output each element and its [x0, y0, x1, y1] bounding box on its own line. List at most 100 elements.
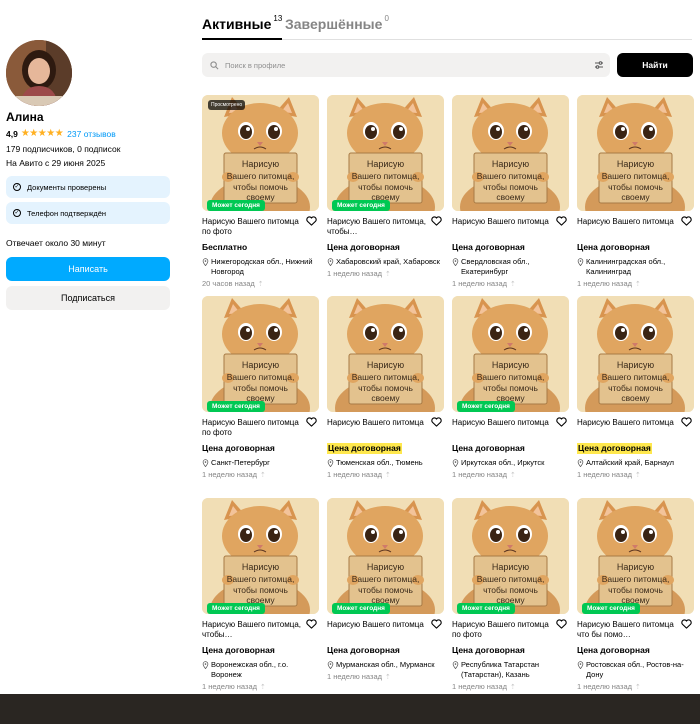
listing-image[interactable]: Нарисую Вашего питомца, чтобы помочь своему [202, 498, 319, 614]
listing-title[interactable]: Нарисую Вашего питомца [327, 620, 427, 640]
listing-card[interactable]: Нарисую Вашего питомца, чтобы помочь своему… [202, 296, 319, 479]
listing-card[interactable]: Нарисую Вашего питомца, чтобы помочь своему… [452, 498, 569, 691]
listing-image[interactable]: Нарисую Вашего питомца, чтобы помочь своему… [202, 95, 319, 211]
listing-card[interactable]: Нарисую Вашего питомца, чтобы помочь своему… [327, 95, 444, 278]
favorite-heart-icon[interactable] [431, 216, 442, 226]
find-button[interactable]: Найти [617, 53, 693, 77]
available-today-badge: Может сегодня [457, 401, 515, 412]
filter-icon[interactable] [594, 60, 604, 70]
thumb-text-line: своему [371, 393, 400, 403]
listing-title[interactable]: Нарисую Вашего питомца, чтобы… [202, 620, 302, 640]
listing-image[interactable]: Нарисую Вашего питомца, чтобы помочь своему [452, 296, 569, 412]
listing-card[interactable]: Нарисую Вашего питомца, чтобы помочь своему… [452, 95, 569, 288]
tab-completed-count: 0 [384, 14, 389, 23]
reviews-link[interactable]: 237 отзывов [67, 129, 116, 139]
listing-card[interactable]: Нарисую Вашего питомца, чтобы помочь своему… [577, 296, 694, 479]
listing-price: Цена договорная [577, 645, 650, 655]
favorite-heart-icon[interactable] [431, 619, 442, 629]
thumb-text-line: чтобы помочь [483, 383, 538, 393]
thumb-text-line: Нарисую [367, 159, 405, 169]
favorite-heart-icon[interactable] [681, 216, 692, 226]
thumb-text-line: чтобы помочь [233, 182, 288, 192]
raise-arrow-icon: ⇡ [510, 683, 516, 691]
listing-title[interactable]: Нарисую Вашего питомца что бы помо… [577, 620, 677, 640]
listing-image[interactable]: Нарисую Вашего питомца, чтобы помочь своему [327, 498, 444, 614]
listing-time: 1 неделю назад ⇡ [577, 682, 694, 691]
listing-title[interactable]: Нарисую Вашего питомца [452, 217, 552, 237]
listing-card[interactable]: Нарисую Вашего питомца, чтобы помочь своему… [327, 498, 444, 681]
listing-location-text: Республика Татарстан (Татарстан), Казань [461, 660, 540, 679]
listing-image[interactable]: Нарисую Вашего питомца, чтобы помочь своему [577, 296, 694, 412]
thumb-text-line: своему [621, 192, 650, 202]
listing-image[interactable]: Нарисую Вашего питомца, чтобы помочь своему [577, 498, 694, 614]
verified-phone-badge: ✓ Телефон подтверждён [6, 202, 170, 224]
listing-card[interactable]: Нарисую Вашего питомца, чтобы помочь своему… [577, 95, 694, 288]
listing-location-text: Алтайский край, Барнаул [586, 458, 675, 467]
listing-location-text: Мурманская обл., Мурманск [336, 660, 435, 669]
thumb-text-line: Нарисую [242, 562, 280, 572]
listing-card[interactable]: Нарисую Вашего питомца, чтобы помочь своему… [202, 95, 319, 288]
location-pin-icon [327, 459, 334, 467]
thumb-text-line: Нарисую [492, 159, 530, 169]
thumb-text-line: Нарисую [617, 159, 655, 169]
listing-image[interactable]: Нарисую Вашего питомца, чтобы помочь своему [452, 95, 569, 211]
location-pin-icon [577, 258, 584, 266]
location-pin-icon [452, 661, 459, 669]
listing-time-text: 20 часов назад [202, 279, 255, 288]
listing-time-text: 1 неделю назад [577, 682, 633, 691]
favorite-heart-icon[interactable] [556, 216, 567, 226]
favorite-heart-icon[interactable] [556, 619, 567, 629]
favorite-heart-icon[interactable] [306, 417, 317, 427]
location-pin-icon [202, 459, 209, 467]
profile-sidebar: Алина 4,9 ★★★★★ 237 отзывов 179 подписчи… [6, 40, 170, 310]
thumb-text-line: Вашего питомца, [352, 574, 420, 584]
thumb-text-line: Вашего питомца, [602, 171, 670, 181]
tab-completed[interactable]: Завершённые 0 [285, 14, 389, 32]
listing-title[interactable]: Нарисую Вашего питомца [577, 418, 677, 438]
listing-card[interactable]: Нарисую Вашего питомца, чтобы помочь своему… [202, 498, 319, 691]
search-input[interactable] [225, 60, 594, 70]
member-since: На Авито с 29 июня 2025 [6, 158, 106, 168]
thumb-text-line: своему [496, 192, 525, 202]
listing-image[interactable]: Нарисую Вашего питомца, чтобы помочь своему [202, 296, 319, 412]
favorite-heart-icon[interactable] [681, 619, 692, 629]
listing-image[interactable]: Нарисую Вашего питомца, чтобы помочь своему [327, 95, 444, 211]
listing-title[interactable]: Нарисую Вашего питомца по фото [202, 418, 302, 438]
write-message-button[interactable]: Написать [6, 257, 170, 281]
listing-card[interactable]: Нарисую Вашего питомца, чтобы помочь своему… [452, 296, 569, 479]
favorite-heart-icon[interactable] [556, 417, 567, 427]
listing-time-text: 1 неделю назад [452, 470, 508, 479]
favorite-heart-icon[interactable] [681, 417, 692, 427]
thumb-text-line: Вашего питомца, [477, 171, 545, 181]
listing-title[interactable]: Нарисую Вашего питомца по фото [202, 217, 302, 237]
thumb-text-line: чтобы помочь [233, 383, 288, 393]
listing-time-text: 1 неделю назад [452, 279, 508, 288]
listing-location: Алтайский край, Барнаул [577, 458, 694, 468]
listing-tabs: Активные 13 Завершённые 0 [202, 14, 692, 40]
listing-time-text: 1 неделю назад [327, 470, 383, 479]
response-time: Отвечает около 30 минут [6, 238, 106, 248]
listing-title[interactable]: Нарисую Вашего питомца [577, 217, 677, 237]
thumb-text-line: Вашего питомца, [227, 372, 295, 382]
listing-title[interactable]: Нарисую Вашего питомца по фото [452, 620, 552, 640]
avatar[interactable] [6, 40, 72, 106]
tab-active[interactable]: Активные 13 [202, 14, 283, 40]
listing-price: Цена договорная [452, 242, 525, 252]
listing-image[interactable]: Нарисую Вашего питомца, чтобы помочь своему [452, 498, 569, 614]
favorite-heart-icon[interactable] [431, 417, 442, 427]
thumb-text-line: Нарисую [367, 360, 405, 370]
favorite-heart-icon[interactable] [306, 216, 317, 226]
listing-title[interactable]: Нарисую Вашего питомца [327, 418, 427, 438]
favorite-heart-icon[interactable] [306, 619, 317, 629]
subscribe-button[interactable]: Подписаться [6, 286, 170, 310]
listing-title[interactable]: Нарисую Вашего питомца [452, 418, 552, 438]
thumb-text-line: Вашего питомца, [352, 171, 420, 181]
listing-time: 1 неделю назад ⇡ [202, 470, 319, 479]
listing-card[interactable]: Нарисую Вашего питомца, чтобы помочь своему… [327, 296, 444, 479]
verified-documents-badge: ✓ Документы проверены [6, 176, 170, 198]
listing-card[interactable]: Нарисую Вашего питомца, чтобы помочь своему… [577, 498, 694, 691]
listing-image[interactable]: Нарисую Вашего питомца, чтобы помочь своему [327, 296, 444, 412]
listing-image[interactable]: Нарисую Вашего питомца, чтобы помочь своему [577, 95, 694, 211]
listing-title[interactable]: Нарисую Вашего питомца, чтобы… [327, 217, 427, 237]
thumb-text-line: Нарисую [242, 360, 280, 370]
